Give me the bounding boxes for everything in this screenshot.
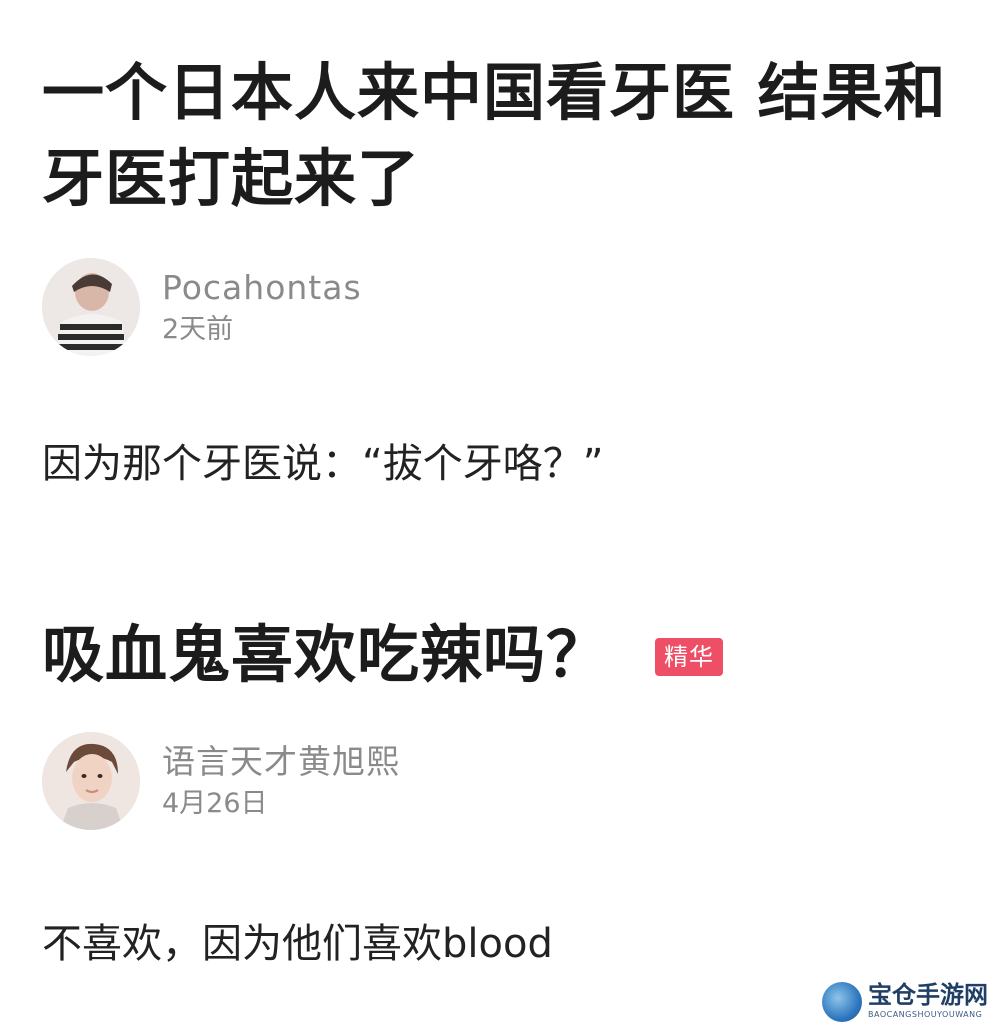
post-time: 2天前: [162, 314, 234, 345]
post-body: 不喜欢，因为他们喜欢blood: [42, 921, 553, 967]
author-name[interactable]: 语言天才黄旭熙: [162, 740, 400, 784]
post-body: 因为那个牙医说：“拔个牙咯？”: [42, 441, 604, 487]
featured-badge: 精华: [655, 638, 724, 676]
author-row: Pocahontas 2天前: [42, 258, 960, 358]
watermark-title: 宝仓手游网: [868, 980, 988, 1009]
avatar[interactable]: [42, 732, 140, 830]
author-name[interactable]: Pocahontas: [162, 266, 362, 310]
post-title[interactable]: 吸血鬼喜欢吃辣吗？: [42, 612, 609, 698]
site-logo-icon: [822, 982, 862, 1022]
watermark-subtitle: BAOCANGSHOUYOUWANG: [868, 1010, 983, 1019]
avatar[interactable]: [42, 258, 140, 356]
site-watermark: 宝仓手游网 BAOCANGSHOUYOUWANG: [822, 980, 994, 1024]
post-title[interactable]: 一个日本人来中国看牙医 结果和牙医打起来了: [42, 50, 960, 222]
author-row: 语言天才黄旭熙 4月26日: [42, 732, 960, 832]
user-avatar-photo-icon: [42, 732, 140, 830]
post-card-1[interactable]: 一个日本人来中国看牙医 结果和牙医打起来了 Pocahontas 2天前 因为那…: [42, 50, 960, 492]
title-row: 吸血鬼喜欢吃辣吗？ 精华: [42, 612, 960, 698]
post-time: 4月26日: [162, 788, 268, 819]
user-avatar-photo-icon: [42, 258, 140, 356]
post-card-2[interactable]: 吸血鬼喜欢吃辣吗？ 精华 语言天才黄旭熙 4月26日 不喜欢，因为他们喜欢blo…: [42, 612, 960, 972]
